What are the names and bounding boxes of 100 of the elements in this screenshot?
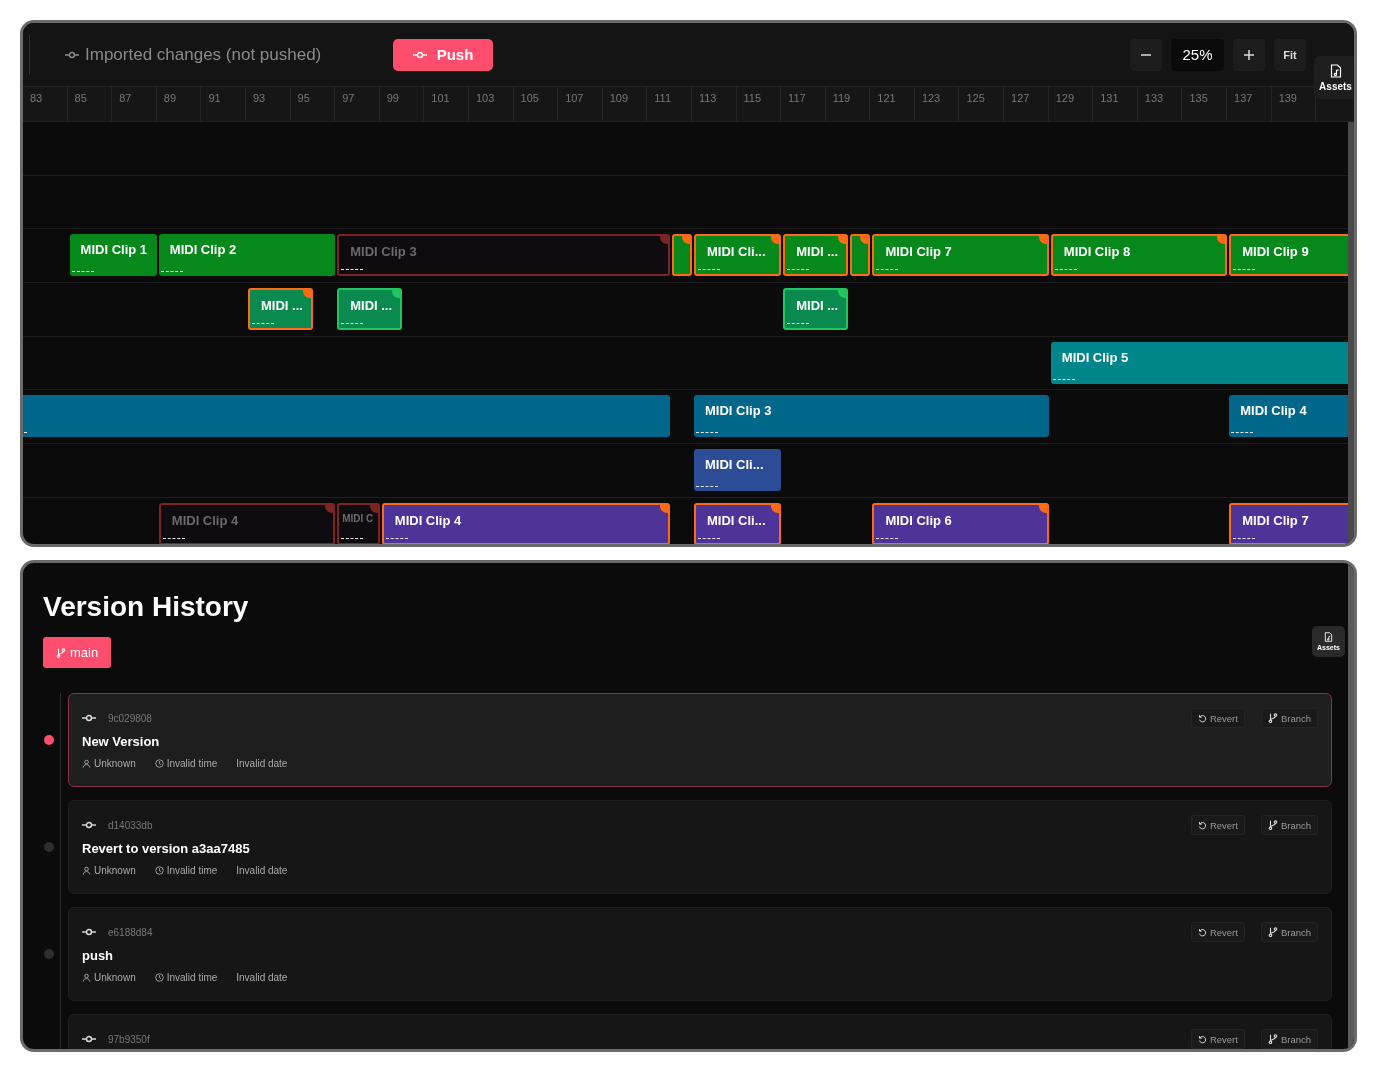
ruler-mark: 83 bbox=[23, 87, 68, 121]
commit-author: Unknown bbox=[94, 865, 136, 876]
ruler-mark: 101 bbox=[424, 87, 469, 121]
midi-clip[interactable]: MIDI Clip 3 bbox=[694, 395, 1049, 438]
ruler-mark: 93 bbox=[245, 87, 291, 121]
branch-icon bbox=[1267, 713, 1278, 723]
commit-icon bbox=[82, 714, 96, 722]
ruler-mark: 123 bbox=[914, 87, 960, 121]
midi-clip[interactable]: MIDI Clip 1 bbox=[69, 234, 157, 277]
branch-button[interactable]: Branch bbox=[1260, 1029, 1318, 1049]
commit-time: Invalid time bbox=[166, 865, 218, 876]
commit-date: Invalid date bbox=[236, 865, 288, 876]
revert-icon bbox=[1197, 820, 1207, 830]
commit-hash: e6188d84 bbox=[108, 926, 153, 938]
commit-card[interactable]: 9c029808 Revert Branch New Version Unknown Invalid time Invalid date bbox=[68, 693, 1332, 787]
commit-icon bbox=[82, 821, 96, 829]
midi-clip[interactable]: MIDI Cli... bbox=[694, 502, 782, 544]
midi-clip[interactable]: MIDI Clip 7 bbox=[872, 234, 1049, 277]
user-icon bbox=[82, 973, 91, 982]
midi-clip[interactable]: MIDI Clip 2 bbox=[158, 234, 336, 277]
midi-clip[interactable]: MIDI Clip 4 bbox=[1229, 395, 1348, 438]
ruler-mark: 97 bbox=[335, 87, 380, 121]
ruler-mark: 103 bbox=[468, 87, 514, 121]
midi-clip[interactable]: MIDI Clip 6 bbox=[872, 502, 1049, 544]
revert-icon bbox=[1197, 927, 1207, 937]
ruler-mark: 107 bbox=[558, 87, 603, 121]
commit-date: Invalid date bbox=[236, 758, 288, 769]
midi-clip[interactable]: MIDI Clip 3 bbox=[337, 234, 670, 277]
commit-hash: d14033db bbox=[108, 819, 153, 831]
midi-clip[interactable]: MIDI Cli... bbox=[694, 234, 782, 277]
ruler-mark: 131 bbox=[1093, 87, 1138, 121]
commit-icon bbox=[65, 50, 79, 59]
midi-clip[interactable]: MIDI ... bbox=[248, 288, 313, 331]
commit-message: New Version bbox=[82, 734, 161, 749]
assets-button[interactable]: Assets bbox=[1314, 56, 1354, 99]
ruler-mark: 121 bbox=[870, 87, 915, 121]
midi-clip[interactable]: MIDI Clip 4 bbox=[381, 502, 670, 544]
branch-button[interactable]: Branch bbox=[1260, 708, 1318, 728]
commit-author: Unknown bbox=[94, 758, 136, 769]
midi-clip[interactable]: MIDI Clip 9 bbox=[1229, 234, 1348, 277]
fit-button[interactable]: Fit bbox=[1274, 38, 1306, 71]
revert-button[interactable]: Revert bbox=[1190, 1029, 1245, 1049]
ruler-mark: 129 bbox=[1048, 87, 1094, 121]
midi-clip[interactable]: MIDI Cli... bbox=[694, 449, 782, 492]
ruler-mark: 111 bbox=[647, 87, 692, 121]
midi-clip[interactable] bbox=[850, 234, 871, 277]
midi-clip[interactable]: MIDI ... bbox=[783, 234, 849, 277]
ruler-mark: 89 bbox=[156, 87, 202, 121]
branch-icon bbox=[1267, 1034, 1278, 1044]
midi-clip[interactable] bbox=[23, 395, 670, 438]
commit-card[interactable]: e6188d84 Revert Branch push Unknown Invalid time Invalid date bbox=[68, 907, 1332, 1001]
commit-card[interactable]: d14033db Revert Branch Revert to version a3aa7485 Unknown Invalid time Invalid date bbox=[68, 800, 1332, 894]
midi-clip[interactable]: MIDI ... bbox=[783, 288, 849, 331]
midi-clip[interactable]: MIDI Clip 5 bbox=[1050, 341, 1348, 384]
midi-clip[interactable]: MIDI Clip 8 bbox=[1050, 234, 1228, 277]
status-text: Imported changes (not pushed) bbox=[85, 44, 322, 65]
ruler-mark: 115 bbox=[736, 87, 782, 121]
ruler-mark: 99 bbox=[379, 87, 425, 121]
user-icon bbox=[82, 759, 91, 768]
revert-icon bbox=[1197, 713, 1207, 723]
ruler-mark: 127 bbox=[1004, 87, 1049, 121]
midi-clip[interactable]: MIDI Clip 7 bbox=[1229, 502, 1348, 544]
revert-icon bbox=[1197, 1034, 1207, 1044]
ruler-mark: 91 bbox=[201, 87, 246, 121]
commit-date: Invalid date bbox=[236, 972, 288, 983]
midi-clip[interactable]: MIDI C bbox=[337, 502, 380, 544]
music-file-icon bbox=[1329, 63, 1342, 78]
zoom-in-button[interactable] bbox=[1233, 38, 1265, 71]
commit-icon bbox=[82, 928, 96, 936]
clock-icon bbox=[154, 866, 164, 875]
ruler-mark: 113 bbox=[691, 87, 737, 121]
revert-button[interactable]: Revert bbox=[1190, 922, 1245, 942]
commit-time: Invalid time bbox=[166, 972, 218, 983]
midi-clip[interactable]: MIDI Clip 4 bbox=[158, 502, 336, 544]
branch-button[interactable]: Branch bbox=[1260, 815, 1318, 835]
commit-hash: 9c029808 bbox=[108, 712, 152, 724]
revert-button[interactable]: Revert bbox=[1190, 815, 1245, 835]
revert-button[interactable]: Revert bbox=[1190, 708, 1245, 728]
branch-icon bbox=[56, 647, 66, 658]
branch-icon bbox=[1267, 820, 1278, 830]
music-file-icon bbox=[1324, 632, 1333, 642]
commit-card[interactable]: 97b9350f Revert Branch bbox=[68, 1014, 1332, 1049]
scrollbar[interactable] bbox=[1348, 563, 1354, 1049]
ruler-mark: 119 bbox=[825, 87, 871, 121]
midi-clip[interactable]: MIDI ... bbox=[337, 288, 403, 331]
scrollbar[interactable] bbox=[1348, 122, 1354, 544]
commit-time: Invalid time bbox=[166, 758, 218, 769]
commit-icon bbox=[412, 50, 427, 59]
commit-icon bbox=[82, 1035, 96, 1043]
ruler-mark: 125 bbox=[959, 87, 1005, 121]
ruler-mark: 109 bbox=[602, 87, 648, 121]
ruler-mark: 105 bbox=[513, 87, 559, 121]
ruler-mark: 85 bbox=[67, 87, 113, 121]
commit-hash: 97b9350f bbox=[108, 1033, 150, 1045]
clock-icon bbox=[154, 759, 164, 768]
zoom-level: 25% bbox=[1171, 38, 1224, 71]
midi-clip[interactable] bbox=[671, 234, 692, 277]
ruler-mark: 133 bbox=[1137, 87, 1183, 121]
branch-button[interactable]: Branch bbox=[1260, 922, 1318, 942]
ruler-mark: 117 bbox=[781, 87, 826, 121]
